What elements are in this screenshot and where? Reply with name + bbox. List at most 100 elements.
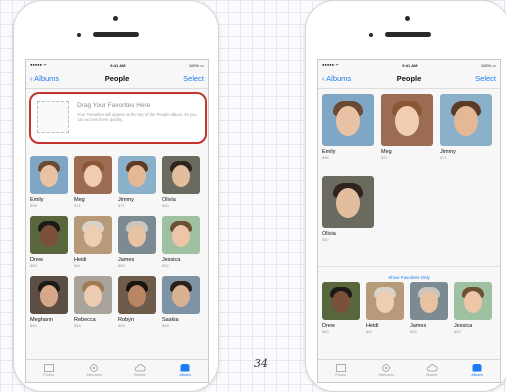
person-count: 861 <box>74 263 81 268</box>
person-count: 852 <box>162 263 169 268</box>
cloud-icon <box>134 364 146 372</box>
person-item[interactable]: Meg 921 <box>74 156 116 216</box>
favorites-drop-zone[interactable]: Drag Your Favorites Here Your Favorites … <box>29 92 207 144</box>
tab-bar: Photos Memories Shared Albums <box>26 359 208 382</box>
person-photo <box>74 216 112 254</box>
carrier-signal: ●●●●● ᯤ <box>322 62 339 67</box>
person-count: 871 <box>118 203 125 208</box>
person-photo <box>74 276 112 314</box>
front-camera-icon <box>405 16 410 21</box>
person-item[interactable]: Emily 898 <box>30 156 72 216</box>
person-item[interactable]: James 865 <box>410 282 452 342</box>
carrier-signal: ●●●●● ᯤ <box>30 62 47 67</box>
person-photo <box>381 94 433 146</box>
status-time: 9:41 AM <box>402 62 418 68</box>
tab-memories[interactable]: Memories <box>72 360 118 382</box>
person-item[interactable]: Jessica 852 <box>162 216 204 276</box>
photos-icon <box>43 364 54 372</box>
person-photo <box>322 176 374 228</box>
person-count: 854 <box>74 323 81 328</box>
person-item[interactable]: Rebecca 854 <box>74 276 116 336</box>
person-count: 852 <box>454 329 461 334</box>
favorites-grid: Emily 898 Meg 921 Jimmy 871 Olivia 850 <box>322 94 496 258</box>
person-count: 880 <box>322 329 329 334</box>
person-item[interactable]: Drew 880 <box>322 282 364 342</box>
person-count: 860 <box>30 323 37 328</box>
albums-icon <box>472 364 482 372</box>
person-item[interactable]: Olivia 850 <box>162 156 204 216</box>
tab-label: Photos <box>43 373 55 377</box>
tab-memories[interactable]: Memories <box>364 360 410 382</box>
person-item[interactable]: Heidi 861 <box>366 282 408 342</box>
tab-shared[interactable]: Shared <box>409 360 455 382</box>
tab-label: Albums <box>179 373 192 377</box>
person-photo <box>162 216 200 254</box>
favorite-person-item[interactable]: Olivia 850 <box>322 176 378 258</box>
person-count: 921 <box>74 203 81 208</box>
person-item[interactable]: Meghann 860 <box>30 276 72 336</box>
page-number: 34 <box>254 357 268 370</box>
favorites-drop-title: Drag Your Favorites Here <box>77 102 151 109</box>
person-photo <box>366 282 404 320</box>
right-iphone: ●●●●● ᯤ 9:41 AM 100% ▭ ‹ Albums People S… <box>305 0 506 392</box>
screen: ●●●●● ᯤ 9:41 AM 100% ▭ ‹ Albums People S… <box>317 59 501 383</box>
person-item[interactable]: Robyn 856 <box>118 276 160 336</box>
favorite-person-item[interactable]: Meg 921 <box>381 94 437 176</box>
person-count: 921 <box>381 155 388 160</box>
front-camera-icon <box>113 16 118 21</box>
status-time: 9:41 AM <box>110 62 126 68</box>
person-count: 850 <box>322 237 329 242</box>
tab-photos[interactable]: Photos <box>26 360 72 382</box>
person-photo <box>322 94 374 146</box>
person-photo <box>30 216 68 254</box>
status-bar: ●●●●● ᯤ 9:41 AM 100% ▭ <box>26 60 208 70</box>
navigation-bar: ‹ Albums People Select <box>318 70 500 89</box>
select-button[interactable]: Select <box>475 74 496 83</box>
people-grid: Emily 898 Meg 921 Jimmy 871 Olivia 850 D… <box>30 156 204 336</box>
person-item[interactable]: James 865 <box>118 216 160 276</box>
person-count: 865 <box>410 329 417 334</box>
person-item[interactable]: Jimmy 871 <box>118 156 160 216</box>
back-label: Albums <box>326 74 352 83</box>
person-count: 898 <box>322 155 329 160</box>
status-bar: ●●●●● ᯤ 9:41 AM 100% ▭ <box>318 60 500 70</box>
albums-icon <box>180 364 190 372</box>
select-button[interactable]: Select <box>183 74 204 83</box>
person-photo <box>118 276 156 314</box>
person-count: 858 <box>162 323 169 328</box>
favorite-person-item[interactable]: Jimmy 871 <box>440 94 496 176</box>
person-count: 880 <box>30 263 37 268</box>
favorite-person-item[interactable]: Emily 898 <box>322 94 378 176</box>
person-photo <box>410 282 448 320</box>
person-item[interactable]: Heidi 861 <box>74 216 116 276</box>
person-photo <box>322 282 360 320</box>
memories-icon <box>382 364 391 372</box>
photos-icon <box>335 364 346 372</box>
person-count: 856 <box>118 323 125 328</box>
person-count: 871 <box>440 155 447 160</box>
person-item[interactable]: Saskia 858 <box>162 276 204 336</box>
tab-albums[interactable]: Albums <box>455 360 501 382</box>
person-count: 865 <box>118 263 125 268</box>
tab-albums[interactable]: Albums <box>163 360 209 382</box>
person-photo <box>162 156 200 194</box>
person-item[interactable]: Jessica 852 <box>454 282 496 342</box>
tab-shared[interactable]: Shared <box>117 360 163 382</box>
earpiece-speaker <box>385 32 431 37</box>
favorites-drop-description: Your Favorites will appear at the top of… <box>77 112 197 123</box>
tab-bar: Photos Memories Shared Albums <box>318 359 500 382</box>
tab-photos[interactable]: Photos <box>318 360 364 382</box>
tab-label: Memories <box>86 373 102 377</box>
person-item[interactable]: Drew 880 <box>30 216 72 276</box>
battery-status: 100% ▭ <box>188 62 204 68</box>
person-photo <box>162 276 200 314</box>
back-albums-button[interactable]: ‹ Albums <box>322 74 351 83</box>
back-albums-button[interactable]: ‹ Albums <box>30 74 59 83</box>
back-label: Albums <box>34 74 60 83</box>
person-photo <box>30 156 68 194</box>
tab-label: Photos <box>335 373 347 377</box>
sensor-icon <box>77 33 81 37</box>
tab-label: Memories <box>378 373 394 377</box>
screen: ●●●●● ᯤ 9:41 AM 100% ▭ ‹ Albums People S… <box>25 59 209 383</box>
person-count: 898 <box>30 203 37 208</box>
